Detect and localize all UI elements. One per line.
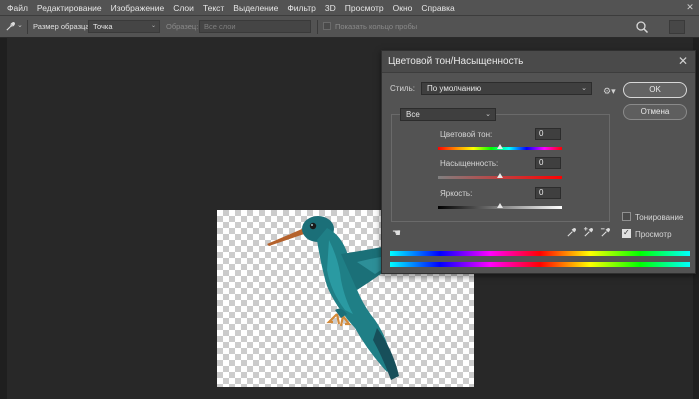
menu-image[interactable]: Изображение — [111, 3, 165, 13]
style-value: По умолчанию — [427, 84, 482, 93]
sample-size-value: Точка — [93, 22, 113, 31]
eyedropper-minus-icon[interactable] — [600, 227, 611, 238]
lightness-input[interactable]: 0 — [535, 187, 561, 199]
menu-file[interactable]: Файл — [7, 3, 28, 13]
show-ring-label: Показать кольцо пробы — [335, 22, 418, 31]
close-icon[interactable]: ✕ — [685, 2, 695, 12]
style-label: Стиль: — [390, 84, 415, 93]
style-select[interactable]: По умолчанию ⌄ — [421, 82, 592, 95]
menu-window[interactable]: Окно — [393, 3, 413, 13]
menu-filter[interactable]: Фильтр — [287, 3, 316, 13]
ok-button[interactable]: OK — [623, 82, 687, 98]
menu-3d[interactable]: 3D — [325, 3, 336, 13]
eyedropper-plus-icon[interactable] — [583, 227, 594, 238]
source-spectrum-bar — [390, 251, 690, 256]
preview-checkbox[interactable] — [622, 228, 631, 238]
options-bar: ⌄ Размер образца: Точка ⌄ Образец: Все с… — [0, 15, 699, 38]
show-ring-checkbox[interactable] — [323, 22, 331, 30]
sample-size-label: Размер образца: — [33, 22, 92, 31]
colorize-label: Тонирование — [635, 213, 684, 222]
hue-saturation-dialog: Цветовой тон/Насыщенность ✕ Стиль: По ум… — [381, 50, 696, 274]
menu-type[interactable]: Текст — [203, 3, 224, 13]
sample-value: Все слои — [204, 22, 236, 31]
chevron-down-icon: ⌄ — [150, 23, 156, 29]
chevron-down-icon: ⌄ — [485, 111, 491, 118]
saturation-input[interactable]: 0 — [535, 157, 561, 169]
channel-value: Все — [406, 110, 420, 119]
workspace-edge-left — [0, 38, 7, 399]
menu-bar: Файл Редактирование Изображение Слои Тек… — [0, 0, 699, 15]
menu-view[interactable]: Просмотр — [345, 3, 384, 13]
chevron-down-icon[interactable]: ⌄ — [17, 21, 23, 29]
sample-label: Образец: — [166, 22, 199, 31]
eyedropper-icon[interactable] — [566, 227, 577, 238]
gear-icon[interactable]: ⚙▾ — [603, 86, 616, 97]
hue-input[interactable]: 0 — [535, 128, 561, 140]
channel-select[interactable]: Все ⌄ — [400, 108, 496, 121]
hue-label: Цветовой тон: — [440, 130, 493, 139]
hue-slider-thumb[interactable] — [497, 144, 503, 149]
dialog-title-bar[interactable]: Цветовой тон/Насыщенность ✕ — [382, 51, 695, 73]
divider — [27, 20, 28, 34]
menu-help[interactable]: Справка — [421, 3, 454, 13]
menu-edit[interactable]: Редактирование — [37, 3, 102, 13]
chevron-down-icon: ⌄ — [581, 85, 587, 92]
sample-size-select[interactable]: Точка ⌄ — [88, 20, 160, 33]
menu-layer[interactable]: Слои — [173, 3, 194, 13]
targeted-adjustment-icon[interactable]: ☚ — [392, 228, 401, 239]
result-spectrum-bar — [390, 262, 690, 267]
lightness-label: Яркость: — [440, 189, 473, 198]
search-icon[interactable] — [635, 20, 649, 34]
lightness-slider-thumb[interactable] — [497, 203, 503, 208]
dialog-title: Цветовой тон/Насыщенность — [388, 56, 524, 67]
sample-select[interactable]: Все слои — [199, 20, 311, 33]
divider — [317, 20, 318, 34]
preview-label: Просмотр — [635, 230, 672, 239]
colorize-checkbox[interactable] — [622, 212, 631, 221]
close-icon[interactable]: ✕ — [678, 55, 688, 67]
eyedropper-icon[interactable] — [5, 21, 16, 32]
saturation-label: Насыщенность: — [440, 159, 499, 168]
saturation-slider-thumb[interactable] — [497, 173, 503, 178]
workspace-icon[interactable] — [669, 20, 685, 34]
menu-select[interactable]: Выделение — [233, 3, 278, 13]
cancel-button[interactable]: Отмена — [623, 104, 687, 120]
